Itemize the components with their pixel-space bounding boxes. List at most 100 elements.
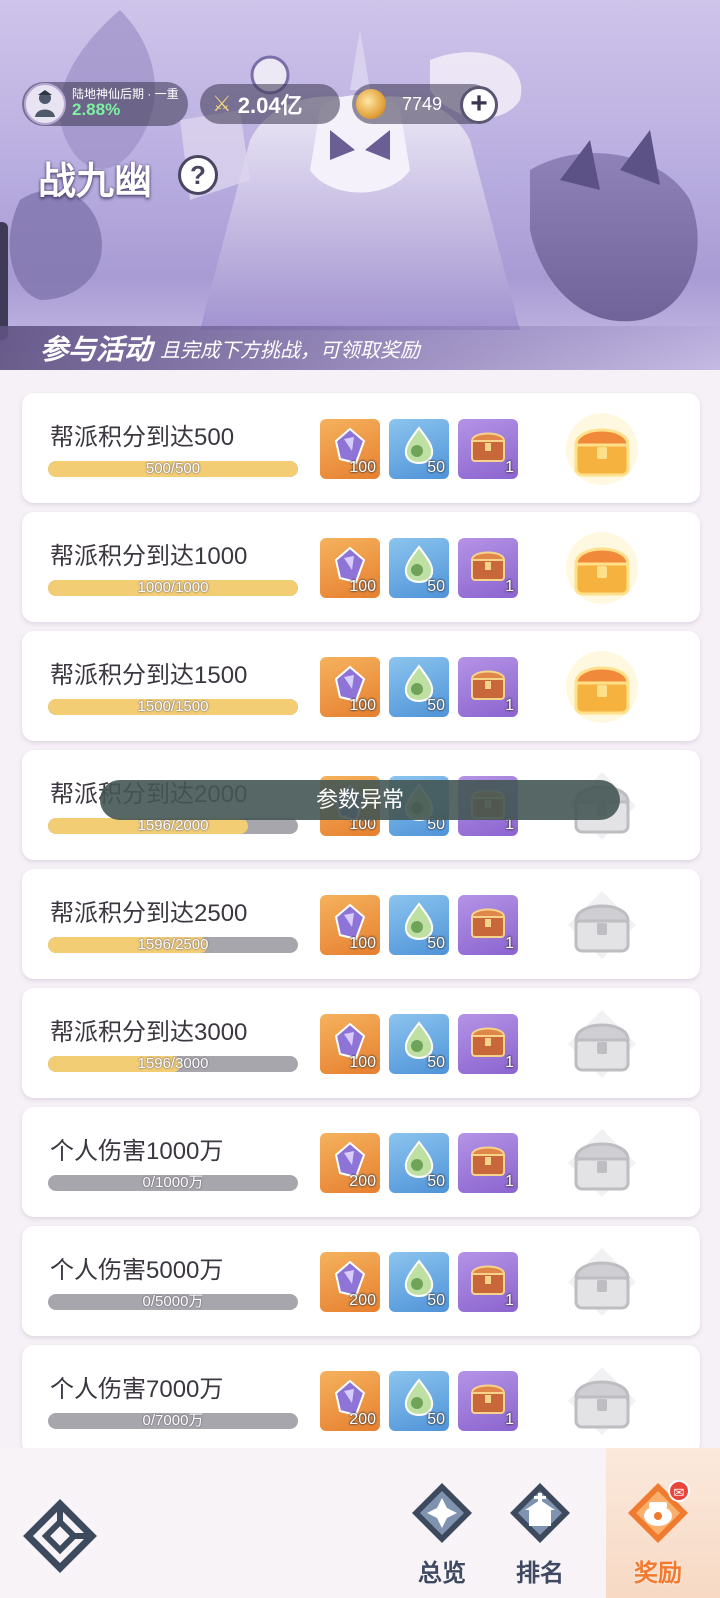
chest-reward-icon[interactable]: 1	[458, 419, 518, 479]
notice-bar: 参与活动 且完成下方挑战，可领取奖励	[0, 326, 720, 370]
crystal-reward-icon[interactable]: 200	[320, 1371, 380, 1431]
avatar	[24, 83, 66, 125]
combat-power: ⚔ 2.04亿	[200, 84, 340, 124]
progress-bar: 500/500	[48, 461, 298, 477]
event-banner: 陆地神仙后期 · 一重 2.88% ⚔ 2.04亿 7749 + 战九幽 ? 参…	[0, 0, 720, 370]
reward-quantity: 50	[427, 697, 445, 714]
task-row: 帮派积分到达3000 1596/3000 100 50 1	[22, 988, 700, 1098]
task-title: 帮派积分到达500	[50, 424, 235, 451]
coin-icon	[356, 89, 386, 119]
claim-chest-button[interactable]	[564, 411, 640, 487]
notice-text: 且完成下方挑战，可领取奖励	[160, 339, 421, 362]
crystal-reward-icon[interactable]: 100	[320, 895, 380, 955]
locked-chest-icon	[568, 1367, 636, 1435]
reward-quantity: 1	[505, 1411, 514, 1428]
jade-drop-reward-icon[interactable]: 50	[389, 1014, 449, 1074]
progress-text: 1500/1500	[137, 699, 209, 715]
progress-text: 0/1000万	[142, 1175, 204, 1191]
task-title: 个人伤害5000万	[50, 1257, 224, 1284]
notice-highlight: 参与活动	[40, 334, 153, 365]
crystal-reward-icon[interactable]: 100	[320, 419, 380, 479]
reward-quantity: 50	[427, 1411, 445, 1428]
progress-bar: 1596/2500	[48, 937, 298, 953]
chest-reward-icon[interactable]: 1	[458, 895, 518, 955]
crystal-reward-icon[interactable]: 200	[320, 1252, 380, 1312]
reward-quantity: 1	[505, 578, 514, 595]
bottom-nav: 总览 排名 奖励 ✉	[0, 1448, 720, 1598]
tab-ranking-label: 排名	[516, 1560, 564, 1587]
reward-quantity: 100	[349, 459, 376, 476]
chest-reward-icon[interactable]: 1	[458, 1014, 518, 1074]
realm-status[interactable]: 陆地神仙后期 · 一重 2.88%	[22, 82, 188, 126]
progress-bar: 1596/2000	[48, 818, 298, 834]
crystal-reward-icon[interactable]: 100	[320, 1014, 380, 1074]
jade-drop-reward-icon[interactable]: 50	[389, 657, 449, 717]
power-value: 2.04亿	[237, 93, 303, 118]
progress-bar: 0/5000万	[48, 1294, 298, 1310]
reward-quantity: 1	[505, 935, 514, 952]
chest-reward-icon[interactable]: 1	[458, 1133, 518, 1193]
task-title: 个人伤害7000万	[50, 1376, 224, 1403]
task-row: 帮派积分到达2500 1596/2500 100 50 1	[22, 869, 700, 979]
progress-bar: 0/1000万	[48, 1175, 298, 1191]
jade-drop-reward-icon[interactable]: 50	[389, 1252, 449, 1312]
notification-badge-icon: ✉	[668, 1480, 690, 1502]
tab-rewards-label: 奖励	[634, 1560, 682, 1587]
task-row: 个人伤害1000万 0/1000万 200 50 1	[22, 1107, 700, 1217]
task-title: 帮派积分到达2500	[50, 900, 248, 927]
error-toast: 参数异常	[100, 780, 620, 820]
claim-chest-button[interactable]	[564, 530, 640, 606]
jade-drop-reward-icon[interactable]: 50	[389, 895, 449, 955]
add-currency-button[interactable]: +	[460, 86, 498, 124]
chest-reward-icon[interactable]: 1	[458, 1252, 518, 1312]
reward-quantity: 50	[427, 1173, 445, 1190]
locked-chest-icon	[568, 1248, 636, 1316]
progress-text: 500/500	[145, 461, 201, 477]
compass-icon	[412, 1483, 472, 1543]
reward-quantity: 1	[505, 1292, 514, 1309]
home-icon[interactable]	[22, 1498, 98, 1574]
side-drawer-handle[interactable]	[0, 222, 8, 340]
tab-ranking[interactable]: 排名	[500, 1480, 580, 1590]
progress-text: 1596/2000	[137, 818, 209, 834]
chest-reward-icon[interactable]: 1	[458, 538, 518, 598]
reward-quantity: 100	[349, 935, 376, 952]
reward-quantity: 1	[505, 697, 514, 714]
progress-bar: 1000/1000	[48, 580, 298, 596]
reward-quantity: 100	[349, 578, 376, 595]
realm-percent: 2.88%	[72, 100, 121, 120]
tab-overview[interactable]: 总览	[402, 1480, 482, 1590]
jade-drop-reward-icon[interactable]: 50	[389, 1371, 449, 1431]
crystal-reward-icon[interactable]: 100	[320, 538, 380, 598]
reward-quantity: 200	[349, 1411, 376, 1428]
reward-quantity: 200	[349, 1173, 376, 1190]
progress-bar: 0/7000万	[48, 1413, 298, 1429]
jade-drop-reward-icon[interactable]: 50	[389, 538, 449, 598]
reward-quantity: 100	[349, 1054, 376, 1071]
reward-quantity: 50	[427, 1292, 445, 1309]
crossed-swords-icon: ⚔	[212, 91, 232, 116]
jade-drop-reward-icon[interactable]: 50	[389, 419, 449, 479]
crystal-reward-icon[interactable]: 200	[320, 1133, 380, 1193]
sage-icon	[35, 90, 55, 117]
help-button[interactable]: ?	[178, 155, 218, 195]
claim-chest-button[interactable]	[564, 649, 640, 725]
reward-quantity: 1	[505, 1173, 514, 1190]
task-title: 帮派积分到达1000	[50, 543, 248, 570]
reward-quantity: 200	[349, 1292, 376, 1309]
task-title: 个人伤害1000万	[50, 1138, 224, 1165]
task-row: 帮派积分到达500 500/500 100 50 1	[22, 393, 700, 503]
chest-reward-icon[interactable]: 1	[458, 657, 518, 717]
task-row: 个人伤害7000万 0/7000万 200 50 1	[22, 1345, 700, 1455]
progress-text: 1596/2500	[137, 937, 209, 953]
reward-quantity: 50	[427, 459, 445, 476]
reward-quantity: 1	[505, 459, 514, 476]
jade-drop-reward-icon[interactable]: 50	[389, 1133, 449, 1193]
progress-text: 1596/3000	[137, 1056, 209, 1072]
tab-overview-label: 总览	[418, 1560, 466, 1587]
crystal-reward-icon[interactable]: 100	[320, 657, 380, 717]
coin-value: 7749	[402, 93, 443, 114]
progress-text: 1000/1000	[137, 580, 209, 596]
reward-quantity: 50	[427, 935, 445, 952]
chest-reward-icon[interactable]: 1	[458, 1371, 518, 1431]
